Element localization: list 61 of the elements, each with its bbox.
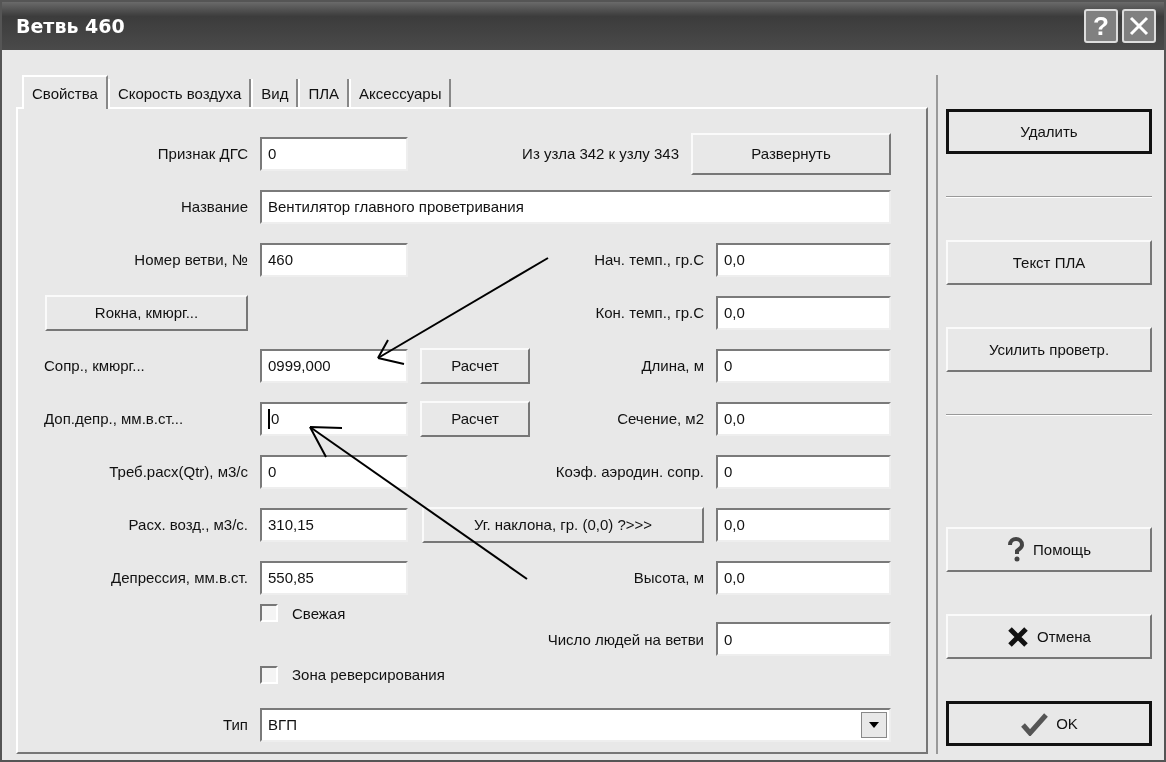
text-field[interactable]: 0,0	[716, 242, 891, 277]
field-label: Название	[180, 198, 248, 215]
text-field[interactable]: 0,0	[716, 560, 891, 595]
close-icon	[1128, 15, 1150, 37]
text-field[interactable]: 0	[260, 454, 408, 489]
field-label: Нач. темп., гр.С	[594, 251, 704, 268]
text-field[interactable]: 310,15	[260, 507, 408, 542]
dialog-button[interactable]: OK	[946, 701, 1152, 746]
field-label: Треб.расх(Qtr), м3/с	[109, 463, 248, 480]
field-label: Тип	[223, 716, 248, 733]
field-label: Сечение, м2	[617, 410, 704, 427]
tab[interactable]: ПЛА	[298, 79, 350, 107]
text-field[interactable]: 0,0	[716, 507, 891, 542]
checkmark-icon	[1020, 711, 1049, 736]
tab[interactable]: Скорость воздуха	[107, 79, 252, 107]
field-label: Сопр., кмюрг...	[43, 357, 145, 374]
field-label: Коэф. аэродин. сопр.	[555, 463, 704, 480]
tab[interactable]: Вид	[251, 79, 299, 107]
text-field[interactable]: 0	[716, 622, 891, 656]
text-field[interactable]: 0	[260, 136, 408, 171]
calculate-button[interactable]: Расчет	[420, 400, 530, 437]
expand-button[interactable]: Развернуть	[691, 132, 891, 175]
text-field[interactable]: 0	[260, 401, 408, 436]
text-field[interactable]: 550,85	[260, 560, 408, 595]
dialog-button[interactable]: Отмена	[946, 614, 1152, 659]
tab[interactable]: Аксессуары	[349, 79, 452, 107]
close-button[interactable]	[1122, 9, 1156, 43]
dropdown-field[interactable]: ВГП	[260, 707, 891, 742]
action-button[interactable]: Усилить проветр.	[946, 327, 1152, 372]
window-title: Ветвь 460	[16, 15, 125, 37]
slope-button[interactable]: Уг. наклона, гр. (0,0) ?>>>	[422, 506, 704, 543]
field-label: Номер ветви, №	[134, 251, 248, 268]
help-button[interactable]: ?	[1084, 9, 1118, 43]
field-label: Число людей на ветви	[547, 630, 704, 648]
tab[interactable]: Свойства	[22, 75, 108, 109]
text-field[interactable]: 0999,000	[260, 348, 408, 383]
resistance-button[interactable]: Rокна, кмюрг...	[45, 294, 248, 331]
text-field[interactable]: 460	[260, 242, 408, 277]
checkbox-label: Свежая	[292, 604, 346, 622]
checkbox[interactable]	[260, 665, 278, 684]
dialog-button[interactable]: Помощь	[946, 527, 1152, 572]
text-field[interactable]: Вентилятор главного проветривания	[260, 189, 891, 224]
node-info-text: Из узла 342 к узлу 343	[522, 145, 679, 162]
cross-icon	[1007, 625, 1030, 648]
calculate-button[interactable]: Расчет	[420, 347, 530, 384]
field-label: Длина, м	[641, 357, 704, 374]
checkbox[interactable]	[260, 604, 278, 622]
field-label: Признак ДГС	[157, 145, 248, 162]
text-field[interactable]: 0	[716, 454, 891, 489]
help-icon	[1007, 536, 1026, 563]
text-field[interactable]: 0	[716, 348, 891, 383]
action-button[interactable]: Текст ПЛА	[946, 240, 1152, 285]
field-label: Кон. темп., гр.С	[595, 304, 704, 321]
field-label: Депрессия, мм.в.ст.	[111, 569, 248, 586]
checkbox-label: Зона реверсирования	[292, 666, 445, 683]
text-field[interactable]: 0,0	[716, 401, 891, 436]
action-button[interactable]: Удалить	[946, 109, 1152, 154]
field-label: Высота, м	[633, 569, 704, 586]
field-label: Расх. возд., м3/с.	[128, 516, 248, 533]
field-label: Доп.депр., мм.в.ст...	[43, 410, 184, 427]
text-field[interactable]: 0,0	[716, 295, 891, 330]
